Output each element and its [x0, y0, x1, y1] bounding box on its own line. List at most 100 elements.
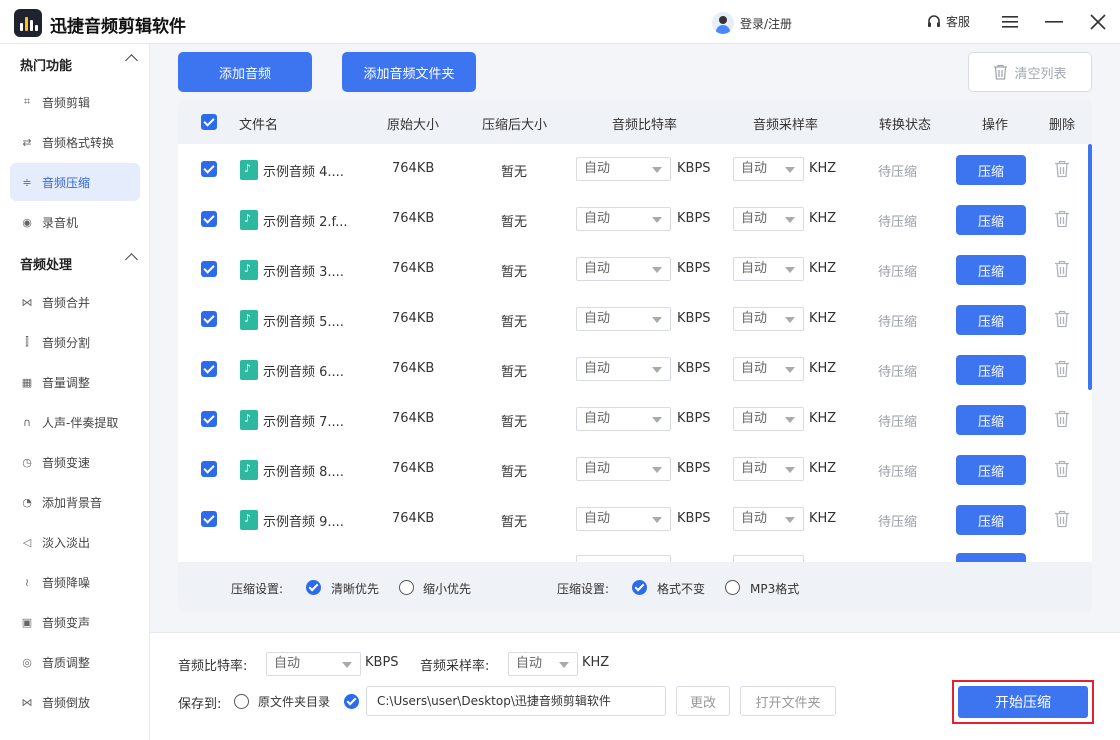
compress-button[interactable]: 压缩	[956, 305, 1026, 335]
compress-button[interactable]: 压缩	[956, 255, 1026, 285]
sidebar-item-reverse[interactable]: ⋈ 音频倒放	[10, 683, 140, 721]
radio-keep-format[interactable]	[632, 580, 647, 595]
trash-icon[interactable]	[1054, 360, 1070, 378]
clear-list-button[interactable]: 清空列表	[968, 52, 1092, 92]
audio-file-icon	[240, 260, 258, 280]
file-table: 文件名 原始大小 压缩后大小 音频比特率 音频采样率 转换状态 操作 删除 示例…	[178, 100, 1092, 612]
add-folder-button[interactable]: 添加音频文件夹	[342, 52, 476, 92]
volume-icon: ▦	[21, 375, 33, 389]
trash-icon[interactable]	[1054, 210, 1070, 228]
samplerate-unit: KHZ	[809, 161, 837, 176]
bitrate-select[interactable]: 自动	[576, 457, 671, 481]
bitrate-select[interactable]: 自动	[576, 407, 671, 431]
change-path-button[interactable]: 更改	[676, 686, 730, 716]
trash-icon[interactable]	[1054, 160, 1070, 178]
row-checkbox[interactable]	[201, 511, 217, 527]
compress-button[interactable]: 压缩	[956, 355, 1026, 385]
sidebar-item-merge[interactable]: ⋈ 音频合并	[10, 283, 140, 321]
minimize-icon	[1045, 21, 1063, 23]
start-compress-button[interactable]: 开始压缩	[958, 686, 1088, 718]
bitrate-unit: KBPS	[677, 361, 711, 376]
minimize-button[interactable]	[1040, 8, 1068, 36]
samplerate-select[interactable]: 自动	[733, 307, 804, 331]
section-header-hot[interactable]: 热门功能	[0, 44, 149, 84]
compress-button[interactable]: 压缩	[956, 155, 1026, 185]
table-row: 示例音频 2.f... 764KB 暂无 自动 KBPS 自动 KHZ 待压缩 压缩	[178, 194, 1086, 244]
compress-settings-label-1: 压缩设置:	[231, 582, 284, 596]
row-checkbox[interactable]	[201, 211, 217, 227]
sidebar-item-volume[interactable]: ▦ 音量调整	[10, 363, 140, 401]
open-folder-button[interactable]: 打开文件夹	[740, 686, 836, 716]
login-button[interactable]: 登录/注册	[712, 12, 792, 34]
trash-icon[interactable]	[1054, 410, 1070, 428]
samplerate-select[interactable]: 自动	[733, 207, 804, 231]
row-checkbox[interactable]	[201, 161, 217, 177]
samplerate-select[interactable]: 自动	[733, 257, 804, 281]
service-button[interactable]: 客服	[926, 13, 970, 30]
caret-down-icon	[785, 217, 795, 223]
samplerate-select[interactable]: 自动	[733, 157, 804, 181]
samplerate-select[interactable]: 自动	[733, 357, 804, 381]
add-audio-button[interactable]: 添加音频	[178, 52, 312, 92]
radio-mp3-format[interactable]	[725, 580, 740, 595]
audio-file-icon	[240, 160, 258, 180]
sidebar-item-voice-change[interactable]: ▣ 音频变声	[10, 603, 140, 641]
file-name: 示例音频 7....	[263, 415, 344, 430]
sidebar-item-speed[interactable]: ◷ 音频变速	[10, 443, 140, 481]
sidebar-item-format-convert[interactable]: ⇄ 音频格式转换	[10, 123, 140, 161]
compress-button[interactable]: 压缩	[956, 455, 1026, 485]
sidebar-item-vocal-extract[interactable]: ∩ 人声-伴奏提取	[10, 403, 140, 441]
sidebar-item-bgm[interactable]: ◔ 添加背景音	[10, 483, 140, 521]
close-icon	[1090, 14, 1106, 30]
compress-button[interactable]: 压缩	[956, 505, 1026, 535]
radio-small-priority[interactable]	[399, 580, 414, 595]
compress-button[interactable]: 压缩	[956, 205, 1026, 235]
compress-button[interactable]: 压缩	[956, 405, 1026, 435]
bitrate-select[interactable]: 自动	[576, 257, 671, 281]
file-name: 示例音频 2.f...	[263, 215, 348, 230]
samplerate-select[interactable]: 自动	[733, 407, 804, 431]
section-header-process[interactable]: 音频处理	[0, 243, 149, 283]
global-samplerate-select[interactable]: 自动	[508, 652, 578, 676]
row-checkbox[interactable]	[201, 261, 217, 277]
trash-icon[interactable]	[1054, 510, 1070, 528]
sidebar-item-quality[interactable]: ◎ 音质调整	[10, 643, 140, 681]
bitrate-select[interactable]: 自动	[576, 157, 671, 181]
close-button[interactable]	[1084, 8, 1112, 36]
menu-button[interactable]	[996, 8, 1024, 36]
reverse-icon: ⋈	[21, 695, 33, 709]
radio-clear-priority[interactable]	[306, 580, 321, 595]
radio-custom-folder[interactable]	[344, 694, 359, 709]
bitrate-unit: KBPS	[677, 311, 711, 326]
bitrate-select[interactable]: 自动	[576, 207, 671, 231]
global-bitrate-select[interactable]: 自动	[266, 652, 361, 676]
samplerate-select[interactable]: 自动	[733, 457, 804, 481]
row-checkbox[interactable]	[201, 361, 217, 377]
sidebar-item-fade[interactable]: ◁ 淡入淡出	[10, 523, 140, 561]
save-path-field[interactable]: C:\Users\user\Desktop\迅捷音频剪辑软件	[366, 686, 666, 716]
file-name: 示例音频 4....	[263, 165, 344, 180]
sidebar-item-split[interactable]: ⫿ 音频分割	[10, 323, 140, 361]
trash-icon[interactable]	[1054, 260, 1070, 278]
row-checkbox[interactable]	[201, 411, 217, 427]
row-checkbox[interactable]	[201, 461, 217, 477]
trash-icon	[994, 64, 1008, 80]
bitrate-select[interactable]: 自动	[576, 357, 671, 381]
sidebar-item-denoise[interactable]: ≀ 音频降噪	[10, 563, 140, 601]
trash-icon[interactable]	[1054, 310, 1070, 328]
sidebar-item-audio-compress[interactable]: ≑ 音频压缩	[10, 163, 140, 201]
bitrate-select[interactable]: 自动	[576, 507, 671, 531]
samplerate-select[interactable]: 自动	[733, 507, 804, 531]
status-text: 待压缩	[878, 415, 918, 430]
bitrate-select[interactable]: 自动	[576, 307, 671, 331]
row-checkbox[interactable]	[201, 311, 217, 327]
radio-original-folder[interactable]	[234, 694, 249, 709]
scrollbar-thumb[interactable]	[1088, 144, 1092, 390]
sidebar-item-audio-edit[interactable]: ⌗ 音频剪辑	[10, 83, 140, 121]
compressed-size: 暂无	[501, 315, 528, 330]
table-header: 文件名 原始大小 压缩后大小 音频比特率 音频采样率 转换状态 操作 删除	[178, 100, 1092, 144]
select-all-checkbox[interactable]	[201, 114, 217, 130]
label-keep-format: 格式不变	[657, 582, 706, 596]
trash-icon[interactable]	[1054, 460, 1070, 478]
sidebar-item-recorder[interactable]: ◉ 录音机	[10, 203, 140, 241]
